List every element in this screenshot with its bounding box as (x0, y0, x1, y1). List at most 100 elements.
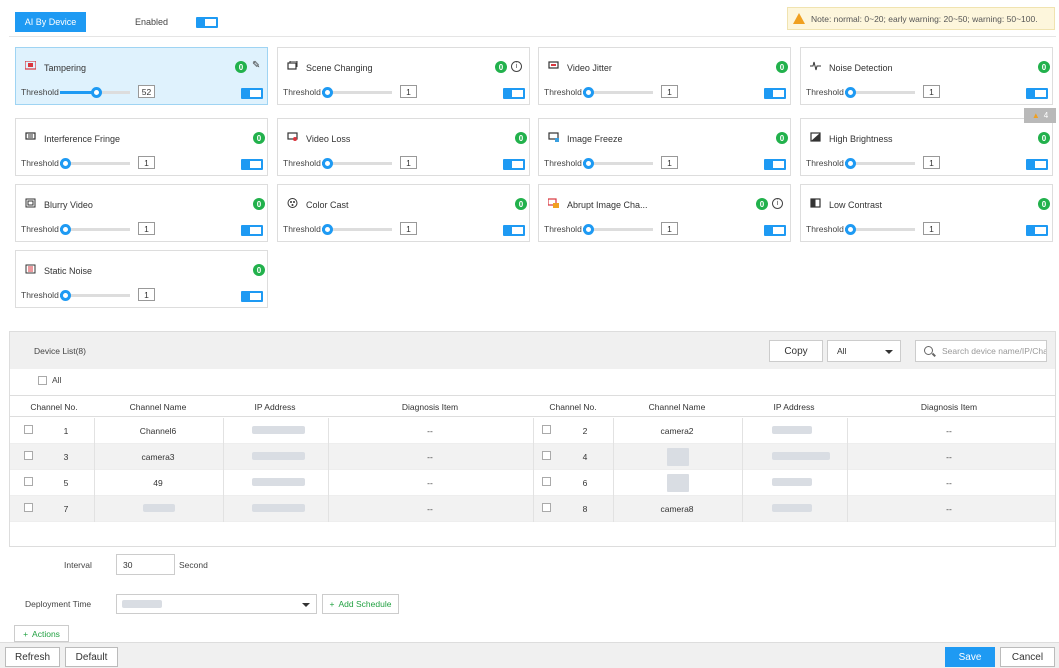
interference-fringe-icon (25, 132, 36, 142)
threshold-slider[interactable] (845, 87, 915, 98)
ai-by-device-tab[interactable]: AI By Device (15, 12, 86, 32)
diagnosis-card[interactable]: Interference Fringe 0 Threshold 1 (15, 118, 268, 176)
card-enable-toggle[interactable] (503, 225, 525, 236)
row-checkbox[interactable] (24, 451, 33, 460)
threshold-slider[interactable] (60, 224, 130, 235)
diagnosis-card[interactable]: Low Contrast 0 Threshold 1 (800, 184, 1053, 242)
threshold-value[interactable]: 1 (923, 156, 940, 169)
slider-handle[interactable] (322, 224, 333, 235)
slider-handle[interactable] (583, 158, 594, 169)
threshold-value[interactable]: 1 (661, 156, 678, 169)
threshold-value[interactable]: 1 (400, 85, 417, 98)
diagnosis-card[interactable]: Color Cast 0 Threshold 1 (277, 184, 530, 242)
diagnosis-card[interactable]: Static Noise 0 Threshold 1 (15, 250, 268, 308)
row-checkbox[interactable] (542, 451, 551, 460)
search-input[interactable]: Search device name/IP/Cha (915, 340, 1047, 362)
enabled-toggle[interactable] (196, 17, 218, 28)
diagnosis-card[interactable]: Image Freeze 0 Threshold 1 (538, 118, 791, 176)
table-row[interactable]: 5 49 -- 6 -- (10, 470, 1055, 496)
info-icon[interactable]: i (772, 198, 783, 209)
row-checkbox[interactable] (24, 425, 33, 434)
row-checkbox[interactable] (542, 425, 551, 434)
threshold-value[interactable]: 52 (138, 85, 155, 98)
add-schedule-button[interactable]: + Add Schedule (322, 594, 399, 614)
threshold-value[interactable]: 1 (661, 85, 678, 98)
info-icon[interactable]: i (511, 61, 522, 72)
card-enable-toggle[interactable] (1026, 159, 1048, 170)
threshold-slider[interactable] (60, 290, 130, 301)
card-enable-toggle[interactable] (1026, 225, 1048, 236)
slider-handle[interactable] (60, 224, 71, 235)
select-all[interactable]: All (38, 375, 61, 385)
slider-handle[interactable] (60, 158, 71, 169)
threshold-slider[interactable] (322, 158, 392, 169)
row-checkbox[interactable] (24, 477, 33, 486)
diagnosis-card[interactable]: Noise Detection 0 Threshold 1 (800, 47, 1053, 105)
filter-select[interactable]: All (827, 340, 901, 362)
brush-icon[interactable]: ✎ (252, 60, 260, 71)
card-count-badge: 0 (776, 61, 788, 73)
alarm-count-badge[interactable]: ▲ 4 (1024, 108, 1056, 123)
row-checkbox[interactable] (542, 477, 551, 486)
row-checkbox[interactable] (542, 503, 551, 512)
card-enable-toggle[interactable] (241, 159, 263, 170)
table-row[interactable]: 1 Channel6 -- 2 camera2 -- (10, 418, 1055, 444)
threshold-slider[interactable] (583, 87, 653, 98)
threshold-slider[interactable] (845, 158, 915, 169)
threshold-slider[interactable] (322, 224, 392, 235)
slider-handle[interactable] (583, 224, 594, 235)
default-button[interactable]: Default (65, 647, 118, 667)
refresh-button[interactable]: Refresh (5, 647, 60, 667)
threshold-slider[interactable] (845, 224, 915, 235)
threshold-value[interactable]: 1 (923, 222, 940, 235)
threshold-value[interactable]: 1 (923, 85, 940, 98)
threshold-slider[interactable] (583, 158, 653, 169)
card-enable-toggle[interactable] (764, 225, 786, 236)
slider-handle[interactable] (91, 87, 103, 98)
card-enable-toggle[interactable] (764, 159, 786, 170)
card-enable-toggle[interactable] (241, 291, 263, 302)
diagnosis-card[interactable]: Scene Changing 0 i Threshold 1 (277, 47, 530, 105)
deployment-time-select[interactable] (116, 594, 317, 614)
diagnosis-card[interactable]: High Brightness 0 Threshold 1 (800, 118, 1053, 176)
copy-button[interactable]: Copy (769, 340, 823, 362)
ip-redacted (772, 504, 812, 512)
threshold-value[interactable]: 1 (400, 222, 417, 235)
card-enable-toggle[interactable] (1026, 88, 1048, 99)
threshold-value[interactable]: 1 (138, 156, 155, 169)
diagnosis-card[interactable]: Blurry Video 0 Threshold 1 (15, 184, 268, 242)
card-enable-toggle[interactable] (503, 159, 525, 170)
threshold-slider[interactable] (322, 87, 392, 98)
diagnosis-card[interactable]: Video Loss 0 Threshold 1 (277, 118, 530, 176)
slider-handle[interactable] (845, 87, 856, 98)
table-row[interactable]: 7 -- 8 camera8 -- (10, 496, 1055, 522)
diagnosis-card[interactable]: Video Jitter 0 Threshold 1 (538, 47, 791, 105)
diagnosis-card[interactable]: Abrupt Image Cha... 0 i Threshold 1 (538, 184, 791, 242)
row-checkbox[interactable] (24, 503, 33, 512)
threshold-slider[interactable] (60, 87, 130, 98)
cancel-button[interactable]: Cancel (1000, 647, 1055, 667)
threshold-value[interactable]: 1 (138, 222, 155, 235)
actions-button[interactable]: + Actions (14, 625, 69, 642)
slider-handle[interactable] (583, 87, 594, 98)
interval-input[interactable]: 30 (116, 554, 175, 575)
slider-handle[interactable] (322, 158, 333, 169)
table-row[interactable]: 3 camera3 -- 4 -- (10, 444, 1055, 470)
slider-handle[interactable] (60, 290, 71, 301)
threshold-slider[interactable] (583, 224, 653, 235)
diagnosis-card[interactable]: Tampering 0 ✎ Threshold 52 (15, 47, 268, 105)
card-enable-toggle[interactable] (241, 225, 263, 236)
card-enable-toggle[interactable] (764, 88, 786, 99)
select-all-label: All (52, 375, 62, 385)
threshold-value[interactable]: 1 (138, 288, 155, 301)
save-button[interactable]: Save (945, 647, 995, 667)
select-all-checkbox[interactable] (38, 375, 47, 385)
threshold-value[interactable]: 1 (661, 222, 678, 235)
slider-handle[interactable] (322, 87, 333, 98)
card-enable-toggle[interactable] (503, 88, 525, 99)
threshold-slider[interactable] (60, 158, 130, 169)
card-enable-toggle[interactable] (241, 88, 263, 99)
threshold-value[interactable]: 1 (400, 156, 417, 169)
slider-handle[interactable] (845, 224, 856, 235)
slider-handle[interactable] (845, 158, 856, 169)
